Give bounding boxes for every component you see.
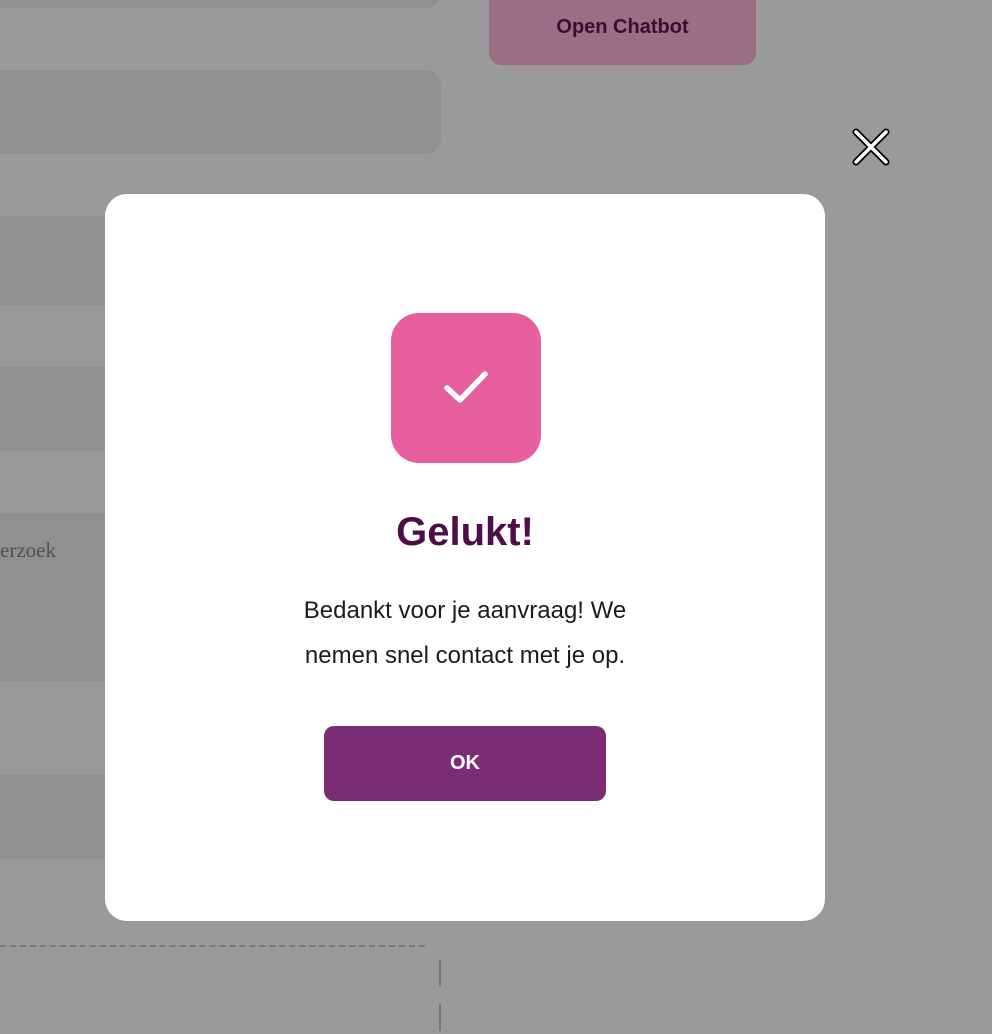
close-icon[interactable]: [850, 126, 892, 168]
dashed-divider: [0, 945, 425, 947]
success-dialog: Gelukt! Bedankt voor je aanvraag! We nem…: [105, 194, 825, 921]
background-field-text: erzoek: [0, 538, 56, 562]
background-field: [0, 70, 441, 154]
background-field: [0, 367, 120, 451]
background-field: [0, 216, 120, 305]
background-field: [0, 775, 120, 859]
success-badge: [391, 313, 541, 463]
ok-button[interactable]: OK: [324, 726, 606, 801]
open-chatbot-button[interactable]: Open Chatbot: [489, 0, 756, 65]
divider: [439, 960, 441, 987]
dialog-message: Bedankt voor je aanvraag! We nemen snel …: [303, 597, 627, 669]
background-field: [0, 0, 440, 8]
dialog-title: Gelukt!: [396, 510, 534, 554]
divider: [439, 1004, 441, 1031]
checkmark-icon: [444, 371, 488, 403]
